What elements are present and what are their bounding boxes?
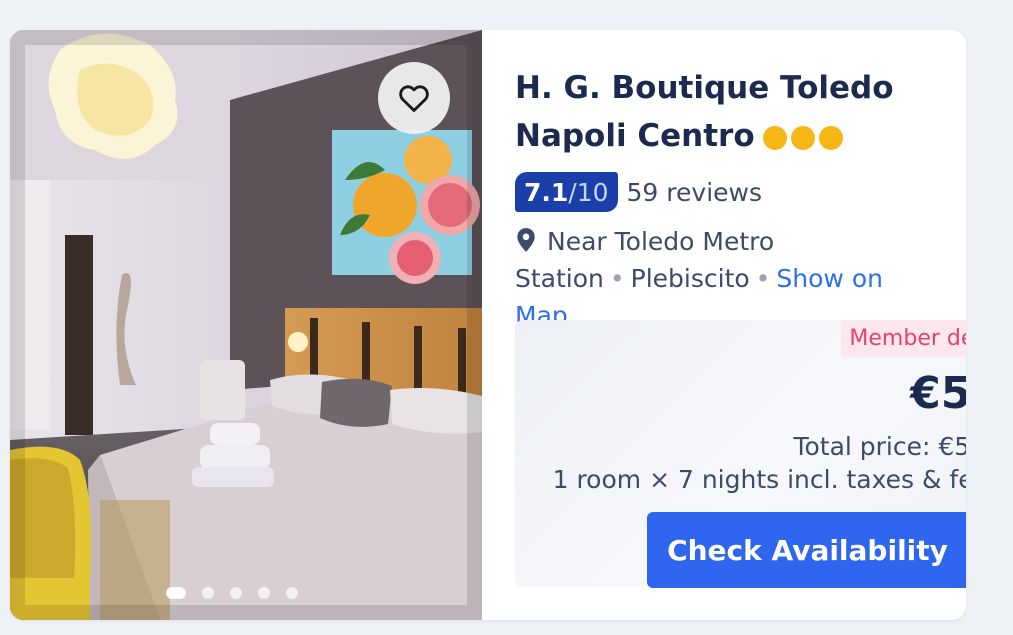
- check-availability-label: Check Availability: [667, 533, 948, 567]
- rating-row: 7.1/10 59 reviews: [515, 172, 762, 212]
- separator-dot: •: [609, 264, 625, 293]
- rating-score: 7.1: [524, 177, 569, 207]
- district-text: Plebiscito: [630, 264, 750, 293]
- heart-icon: [399, 85, 429, 112]
- favorite-button[interactable]: [378, 62, 450, 134]
- carousel-dot-2[interactable]: [202, 587, 214, 599]
- hotel-card[interactable]: H. G. Boutique Toledo Napoli Centro 7.1/…: [10, 30, 966, 620]
- photo-carousel-dots: [166, 587, 298, 599]
- carousel-dot-3[interactable]: [230, 587, 242, 599]
- hotel-info: H. G. Boutique Toledo Napoli Centro 7.1/…: [515, 30, 966, 620]
- location-pin-icon: [517, 228, 535, 252]
- rating-outof: /10: [568, 177, 609, 207]
- location-row: Near Toledo Metro Station • Plebiscito • Sho…: [515, 223, 935, 334]
- price-panel: Member deal €57 Total price: €505 1 room…: [515, 320, 966, 588]
- check-availability-button[interactable]: Check Availability: [647, 512, 966, 588]
- member-deal-badge: Member deal: [841, 320, 966, 357]
- carousel-dot-5[interactable]: [286, 587, 298, 599]
- star-rating: [762, 125, 843, 150]
- hotel-title: H. G. Boutique Toledo Napoli Centro: [515, 64, 895, 160]
- carousel-dot-4[interactable]: [258, 587, 270, 599]
- hotel-photo[interactable]: [10, 30, 482, 620]
- carousel-dot-1[interactable]: [166, 587, 186, 599]
- separator-dot: •: [755, 264, 771, 293]
- nightly-price: €57: [910, 368, 966, 419]
- star-icon: [790, 125, 815, 150]
- star-icon: [762, 125, 787, 150]
- total-price: Total price: €505: [793, 432, 966, 461]
- reviews-count[interactable]: 59 reviews: [627, 178, 762, 207]
- stay-details: 1 room × 7 nights incl. taxes & fees: [552, 465, 966, 494]
- rating-badge: 7.1/10: [515, 172, 618, 212]
- star-icon: [818, 125, 843, 150]
